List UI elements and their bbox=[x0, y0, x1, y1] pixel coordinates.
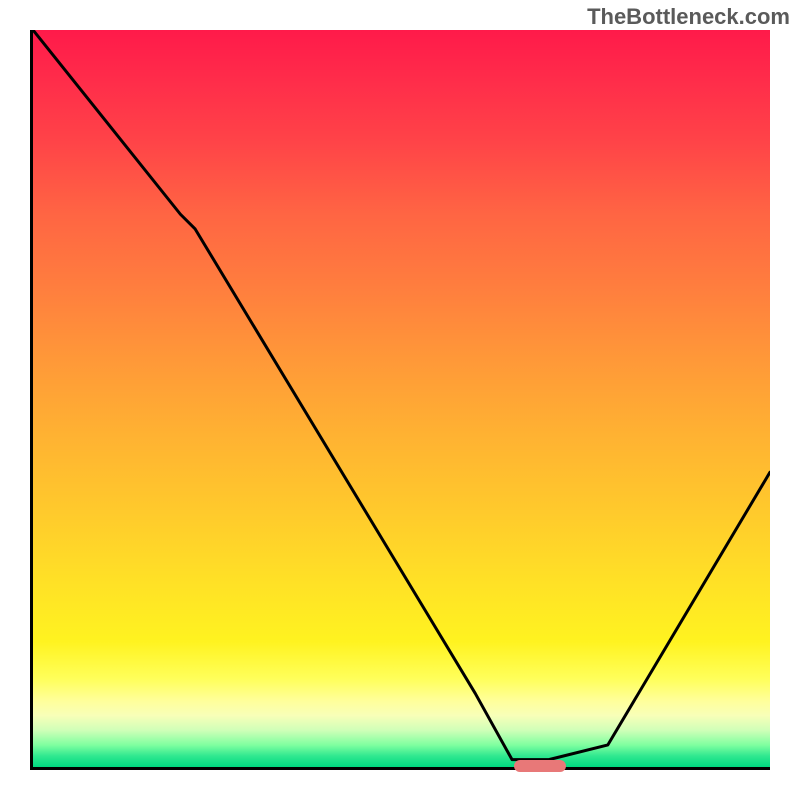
watermark-text: TheBottleneck.com bbox=[587, 4, 790, 30]
chart-curve-svg bbox=[33, 30, 770, 767]
chart-plot-area bbox=[30, 30, 770, 770]
bottleneck-curve-line bbox=[33, 30, 770, 760]
optimal-marker bbox=[514, 760, 566, 772]
